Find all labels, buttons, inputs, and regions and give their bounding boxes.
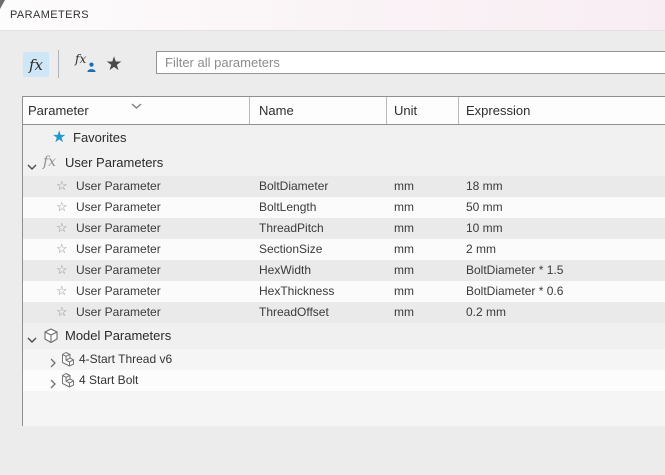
group-label: Favorites: [73, 125, 126, 150]
table-row[interactable]: ☆ User Parameter BoltLength mm 50 mm: [23, 197, 665, 218]
favorites-filter-button[interactable]: ★: [100, 51, 128, 77]
column-header-parameter[interactable]: Parameter: [28, 97, 89, 124]
favorites-star-icon: ★: [52, 125, 66, 150]
component-icon: [60, 372, 77, 394]
param-type: User Parameter: [76, 302, 161, 323]
component-label: 4-Start Thread v6: [79, 349, 172, 370]
param-unit: mm: [394, 218, 414, 239]
column-divider: [386, 97, 387, 124]
table-header: Parameter Name Unit Expression: [23, 97, 665, 125]
favorite-toggle-icon[interactable]: ☆: [56, 281, 68, 302]
star-icon: ★: [105, 55, 122, 74]
toolbar-separator: [58, 50, 59, 78]
favorite-toggle-icon[interactable]: ☆: [56, 239, 68, 260]
table-row[interactable]: ☆ User Parameter SectionSize mm 2 mm: [23, 239, 665, 260]
param-type: User Parameter: [76, 218, 161, 239]
param-unit: mm: [394, 176, 414, 197]
param-expression[interactable]: 10 mm: [466, 218, 503, 239]
group-row-model-parameters[interactable]: Model Parameters: [23, 323, 665, 349]
panel-title: PARAMETERS: [10, 0, 89, 30]
table-empty-area: [23, 391, 665, 426]
param-type: User Parameter: [76, 197, 161, 218]
parameters-panel: PARAMETERS fx fx ★ Parameter Name Unit E…: [0, 0, 665, 475]
favorite-toggle-icon[interactable]: ☆: [56, 260, 68, 281]
column-header-name[interactable]: Name: [259, 97, 294, 124]
param-expression[interactable]: 0.2 mm: [466, 302, 506, 323]
model-icon: [42, 327, 60, 350]
param-name: ThreadPitch: [259, 218, 324, 239]
add-user-parameter-button[interactable]: fx: [71, 51, 99, 77]
chevron-right-icon[interactable]: [50, 376, 57, 394]
param-unit: mm: [394, 260, 414, 281]
param-type: User Parameter: [76, 260, 161, 281]
param-name: BoltDiameter: [259, 176, 328, 197]
column-divider: [249, 97, 250, 124]
group-row-user-parameters[interactable]: fx User Parameters: [23, 150, 665, 176]
favorite-toggle-icon[interactable]: ☆: [56, 302, 68, 323]
component-label: 4 Start Bolt: [79, 370, 138, 391]
param-expression[interactable]: BoltDiameter * 0.6: [466, 281, 563, 302]
param-expression[interactable]: 18 mm: [466, 176, 503, 197]
param-unit: mm: [394, 239, 414, 260]
user-parameters-filter-button[interactable]: fx: [23, 52, 49, 77]
favorite-toggle-icon[interactable]: ☆: [56, 197, 68, 218]
param-name: BoltLength: [259, 197, 316, 218]
param-expression[interactable]: 50 mm: [466, 197, 503, 218]
table-row[interactable]: ☆ User Parameter HexWidth mm BoltDiamete…: [23, 260, 665, 281]
favorite-toggle-icon[interactable]: ☆: [56, 218, 68, 239]
param-type: User Parameter: [76, 176, 161, 197]
model-component-row[interactable]: 4-Start Thread v6: [23, 349, 665, 370]
param-expression[interactable]: BoltDiameter * 1.5: [466, 260, 563, 281]
param-name: ThreadOffset: [259, 302, 329, 323]
table-row[interactable]: ☆ User Parameter HexThickness mm BoltDia…: [23, 281, 665, 302]
chevron-down-icon[interactable]: [27, 331, 37, 349]
table-row[interactable]: ☆ User Parameter BoltDiameter mm 18 mm: [23, 176, 665, 197]
fx-icon: fx: [75, 52, 86, 66]
parameters-table: Parameter Name Unit Expression ★ Favorit…: [22, 96, 665, 426]
param-unit: mm: [394, 197, 414, 218]
panel-titlebar: PARAMETERS: [0, 0, 665, 31]
window-corner-artifact: [0, 0, 5, 9]
param-expression[interactable]: 2 mm: [466, 239, 496, 260]
group-label: User Parameters: [65, 150, 163, 176]
sort-indicator-icon: [131, 97, 142, 115]
fx-icon: fx: [29, 56, 43, 74]
param-name: HexWidth: [259, 260, 311, 281]
column-divider: [458, 97, 459, 124]
param-name: SectionSize: [259, 239, 322, 260]
model-component-row[interactable]: 4 Start Bolt: [23, 370, 665, 391]
param-unit: mm: [394, 281, 414, 302]
chevron-down-icon[interactable]: [27, 158, 37, 176]
table-row[interactable]: ☆ User Parameter ThreadPitch mm 10 mm: [23, 218, 665, 239]
fx-icon: fx: [43, 150, 56, 176]
table-row[interactable]: ☆ User Parameter ThreadOffset mm 0.2 mm: [23, 302, 665, 323]
param-name: HexThickness: [259, 281, 334, 302]
param-type: User Parameter: [76, 239, 161, 260]
param-unit: mm: [394, 302, 414, 323]
param-type: User Parameter: [76, 281, 161, 302]
group-row-favorites[interactable]: ★ Favorites: [23, 125, 665, 150]
column-header-unit[interactable]: Unit: [394, 97, 417, 124]
column-header-expression[interactable]: Expression: [466, 97, 530, 124]
person-icon: [87, 60, 96, 75]
group-label: Model Parameters: [65, 323, 171, 349]
filter-input[interactable]: [156, 51, 665, 74]
favorite-toggle-icon[interactable]: ☆: [56, 176, 68, 197]
